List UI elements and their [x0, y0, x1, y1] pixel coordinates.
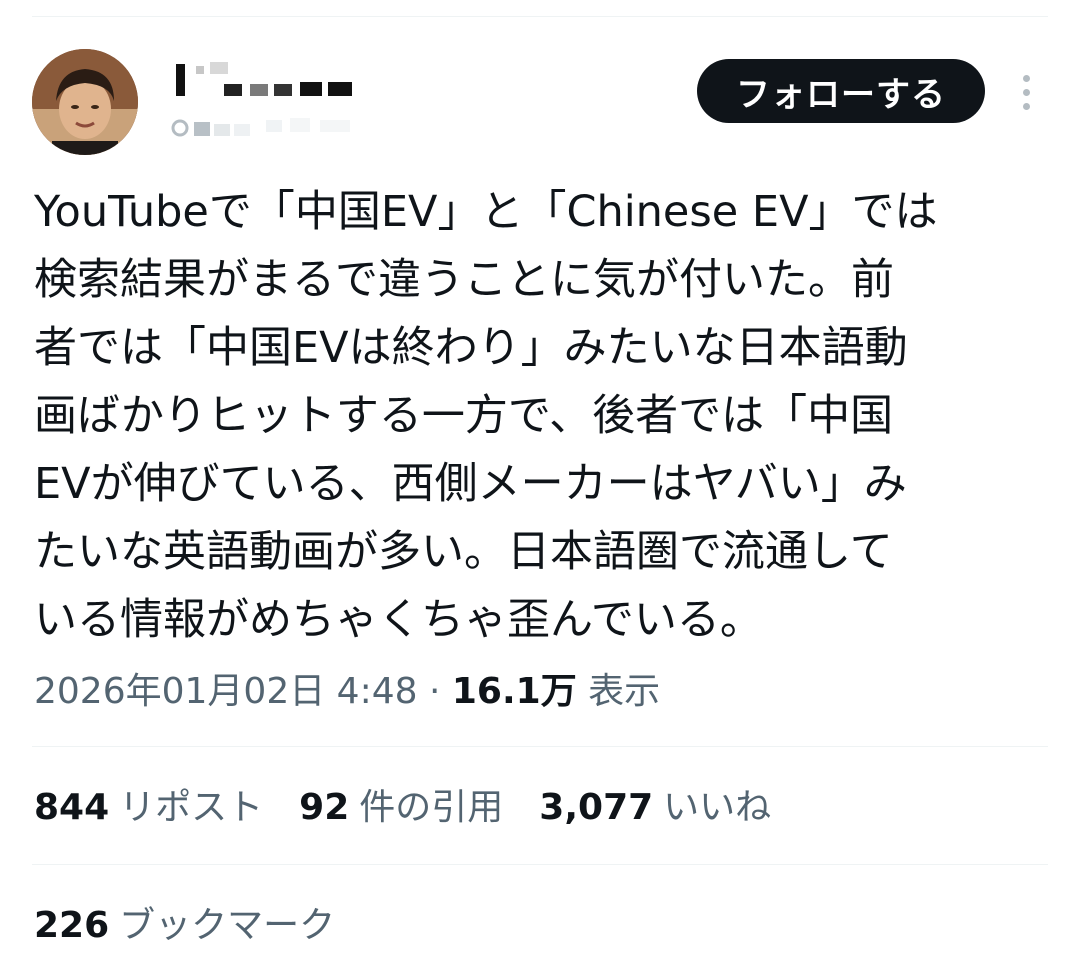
- tweet-text-line: いる情報がめちゃくちゃ歪んでいる。: [34, 595, 763, 645]
- divider: [32, 864, 1048, 865]
- bookmarks-count: 226: [34, 905, 110, 946]
- display-name-redacted[interactable]: [170, 58, 370, 102]
- tweet-text-line: たいな英語動画が多い。日本語圏で流通して: [34, 527, 893, 577]
- tweet-text-line: 検索結果がまるで違うことに気が付いた。前: [34, 255, 894, 305]
- views-count: 16.1万: [451, 671, 577, 712]
- likes-stat[interactable]: 3,077 いいね: [539, 780, 771, 836]
- reposts-label: リポスト: [119, 787, 264, 828]
- timestamp[interactable]: 2026年01月02日 4:48: [34, 671, 418, 712]
- bookmarks-label: ブックマーク: [119, 905, 336, 946]
- tweet-text: YouTubeで「中国EV」と「Chinese EV」では 検索結果がまるで違う…: [34, 178, 1054, 654]
- follow-button[interactable]: フォローする: [697, 59, 985, 123]
- likes-count: 3,077: [539, 787, 654, 828]
- tweet-text-line: YouTubeで「中国EV」と「Chinese EV」では: [34, 187, 938, 237]
- meta-separator: ·: [417, 671, 452, 712]
- tweet-meta: 2026年01月02日 4:48 · 16.1万 表示: [34, 664, 660, 720]
- views-label: 表示: [588, 671, 661, 712]
- likes-label: いいね: [663, 787, 772, 828]
- tweet-text-line: 画ばかりヒットする一方で、後者では「中国: [34, 391, 894, 441]
- handle-redacted[interactable]: [170, 110, 370, 142]
- tweet-detail: フォローする YouTubeで「中国EV」と「Chinese EV」では 検索結…: [0, 0, 1080, 966]
- reposts-stat[interactable]: 844 リポスト: [34, 780, 263, 836]
- reposts-count: 844: [34, 787, 110, 828]
- avatar-photo: [32, 49, 138, 155]
- vertical-ellipsis-icon[interactable]: [1010, 70, 1042, 114]
- avatar[interactable]: [32, 49, 138, 155]
- tweet-text-line: 者では「中国EVは終わり」みたいな日本語動: [34, 323, 908, 373]
- divider: [32, 746, 1048, 747]
- top-divider: [32, 16, 1048, 17]
- bookmarks-stat[interactable]: 226 ブックマーク: [34, 898, 335, 954]
- quotes-stat[interactable]: 92 件の引用: [299, 780, 503, 836]
- engagement-stats: 844 リポスト 92 件の引用 3,077 いいね: [34, 780, 771, 836]
- tweet-text-line: EVが伸びている、西側メーカーはヤバい」み: [34, 459, 907, 509]
- quotes-label: 件の引用: [359, 787, 504, 828]
- quotes-count: 92: [299, 787, 350, 828]
